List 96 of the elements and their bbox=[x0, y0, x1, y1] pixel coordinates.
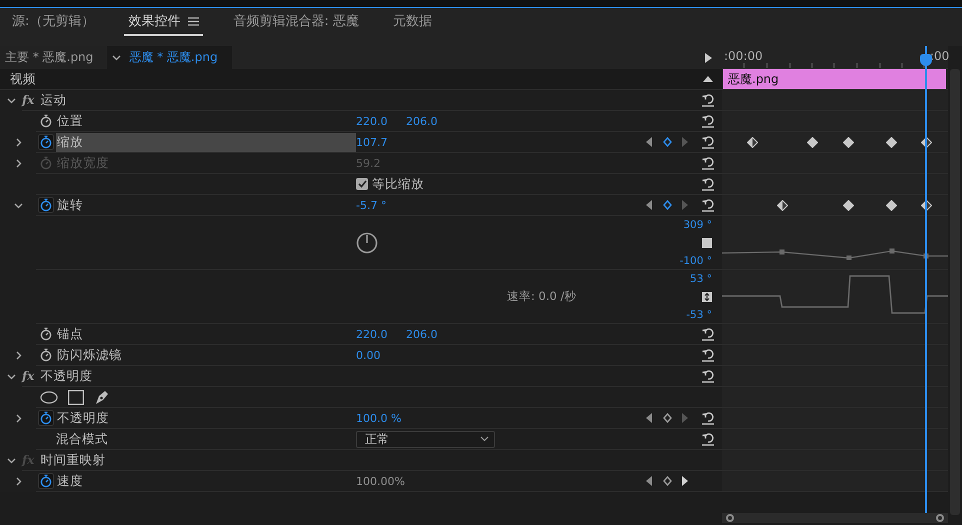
stopwatch-icon[interactable] bbox=[38, 473, 54, 489]
dropdown-chevron-icon[interactable] bbox=[112, 53, 122, 62]
keyframe-icon[interactable] bbox=[777, 200, 788, 211]
expand-chevron-icon[interactable] bbox=[14, 477, 22, 486]
clip-tab[interactable]: 恶魔 * 恶魔.png bbox=[107, 46, 232, 69]
property-value[interactable]: 220.0 bbox=[356, 328, 406, 340]
keyframe-icon[interactable] bbox=[886, 137, 897, 148]
property-value[interactable]: 107.7 bbox=[356, 136, 406, 148]
collapse-chevron-icon[interactable] bbox=[6, 96, 16, 105]
rate-readout: 速率: 0.0 /秒 bbox=[507, 289, 576, 304]
keyframe-icon[interactable] bbox=[747, 137, 758, 148]
time-ruler[interactable]: :00:00 :00 bbox=[722, 46, 948, 69]
start-timecode: :00:00 bbox=[724, 49, 763, 63]
playhead-handle[interactable] bbox=[920, 54, 932, 66]
property-name: 速度 bbox=[56, 472, 84, 490]
effect-toggle[interactable]: fx bbox=[22, 369, 34, 383]
clip-bar[interactable]: 恶魔.png bbox=[723, 69, 946, 89]
previous-keyframe-button[interactable] bbox=[646, 137, 653, 147]
reset-icon[interactable] bbox=[701, 135, 715, 149]
rectangle-mask-button[interactable] bbox=[68, 390, 84, 404]
reset-icon[interactable] bbox=[701, 411, 715, 425]
reset-icon[interactable] bbox=[701, 369, 715, 383]
graph-max-label: 53 ° bbox=[690, 273, 712, 285]
reset-icon[interactable] bbox=[701, 432, 715, 446]
checkbox[interactable] bbox=[356, 178, 368, 190]
graph-min-label: -53 ° bbox=[686, 309, 712, 321]
previous-keyframe-button[interactable] bbox=[646, 476, 653, 486]
effect-name: 不透明度 bbox=[40, 368, 92, 384]
graph-handle-icon[interactable] bbox=[702, 238, 712, 248]
timeline-scrollbar[interactable] bbox=[722, 513, 948, 523]
property-value[interactable]: 0.00 bbox=[356, 348, 406, 362]
keyframe-icon[interactable] bbox=[886, 200, 897, 211]
effect-toggle[interactable]: fx bbox=[22, 93, 34, 107]
rotation-dial[interactable] bbox=[356, 232, 378, 254]
add-keyframe-button[interactable] bbox=[662, 476, 672, 486]
collapse-chevron-icon[interactable] bbox=[6, 372, 16, 381]
stopwatch-icon[interactable] bbox=[38, 134, 54, 150]
property-name: 不透明度 bbox=[56, 408, 110, 426]
property-name: 位置 bbox=[56, 112, 84, 130]
property-value[interactable]: 206.0 bbox=[406, 328, 456, 340]
collapse-chevron-icon[interactable] bbox=[14, 201, 22, 210]
property-name: 锚点 bbox=[56, 324, 84, 342]
end-timecode: :00 bbox=[930, 49, 950, 63]
property-name: 缩放宽度 bbox=[56, 154, 110, 172]
caret-icon bbox=[480, 436, 489, 442]
checkbox-label: 等比缩放 bbox=[372, 176, 424, 192]
keyframe-icon[interactable] bbox=[843, 200, 854, 211]
stopwatch-icon[interactable] bbox=[38, 326, 54, 342]
reset-icon[interactable] bbox=[701, 348, 715, 362]
property-name: 缩放 bbox=[56, 132, 356, 152]
pen-tool-button[interactable] bbox=[94, 389, 110, 405]
menu-icon[interactable] bbox=[188, 16, 200, 26]
expand-chevron-icon[interactable] bbox=[14, 138, 22, 147]
previous-keyframe-button[interactable] bbox=[646, 200, 653, 210]
blend-mode-dropdown[interactable]: 正常 bbox=[356, 430, 495, 448]
graph-min-label: -100 ° bbox=[680, 255, 712, 267]
reset-icon[interactable] bbox=[701, 327, 715, 341]
reset-icon[interactable] bbox=[701, 114, 715, 128]
reset-icon[interactable] bbox=[701, 93, 715, 107]
stopwatch-icon[interactable] bbox=[38, 113, 54, 129]
vertical-resize-icon[interactable] bbox=[702, 292, 712, 302]
effect-name: 运动 bbox=[40, 92, 66, 108]
reset-icon[interactable] bbox=[701, 177, 715, 191]
collapse-chevron-icon[interactable] bbox=[6, 456, 16, 465]
property-value[interactable]: 220.0 bbox=[356, 114, 406, 128]
property-value: 100.00% bbox=[356, 474, 406, 488]
property-name: 旋转 bbox=[56, 196, 84, 214]
property-value: 59.2 bbox=[356, 156, 382, 170]
panel-tab[interactable]: 效果控件 bbox=[124, 9, 204, 36]
stopwatch-icon[interactable] bbox=[38, 197, 54, 213]
property-value[interactable]: 100.0 % bbox=[356, 412, 406, 424]
previous-keyframe-button[interactable] bbox=[646, 413, 653, 423]
panel-tab[interactable]: 音频剪辑混合器: 恶魔 bbox=[229, 9, 363, 36]
stopwatch-icon[interactable] bbox=[38, 410, 54, 426]
expand-chevron-icon[interactable] bbox=[14, 351, 22, 360]
ellipse-mask-button[interactable] bbox=[40, 390, 58, 404]
collapse-triangle-icon[interactable] bbox=[703, 76, 713, 82]
add-keyframe-button[interactable] bbox=[662, 137, 672, 147]
stopwatch-icon[interactable] bbox=[38, 347, 54, 363]
effect-name: 时间重映射 bbox=[40, 452, 106, 468]
reset-icon[interactable] bbox=[701, 198, 715, 212]
section-header: 视频 bbox=[10, 70, 37, 88]
panel-tab[interactable]: 元数据 bbox=[388, 9, 436, 36]
play-triangle-icon[interactable] bbox=[704, 52, 712, 62]
add-keyframe-button[interactable] bbox=[662, 200, 672, 210]
property-value[interactable]: 206.0 bbox=[406, 114, 456, 128]
keyframe-icon[interactable] bbox=[843, 137, 854, 148]
add-keyframe-button[interactable] bbox=[662, 413, 672, 423]
property-value[interactable]: -5.7 ° bbox=[356, 198, 406, 212]
property-name: 混合模式 bbox=[56, 430, 109, 448]
property-name: 防闪烁滤镜 bbox=[56, 346, 123, 364]
keyframe-icon[interactable] bbox=[807, 137, 818, 148]
graph-max-label: 309 ° bbox=[683, 219, 712, 231]
panel-tab[interactable]: 源:（无剪辑） bbox=[8, 9, 98, 36]
expand-chevron-icon[interactable] bbox=[14, 414, 22, 423]
next-keyframe-button[interactable] bbox=[681, 476, 688, 486]
